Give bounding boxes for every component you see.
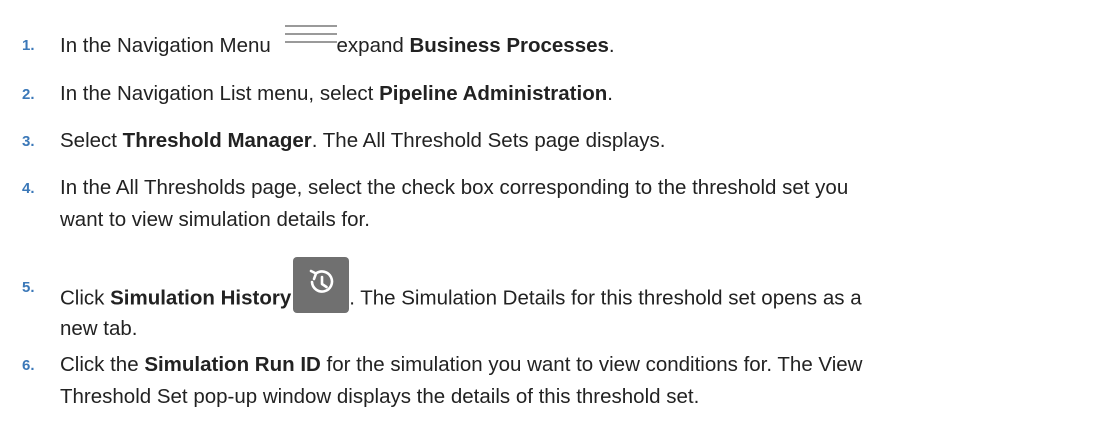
step-text: In the All Thresholds page, select the c… — [60, 172, 1095, 236]
step-text-line: want to view simulation details for. — [60, 208, 370, 231]
step-text: In the Navigation Menu expand Business P… — [60, 24, 1095, 62]
step-number: 2. — [22, 86, 35, 103]
history-icon — [293, 257, 350, 313]
ui-label-simulation-history: Simulation History — [110, 286, 292, 310]
step-text-line: In the All Thresholds page, select the c… — [60, 176, 849, 199]
step-text-part: . — [607, 82, 613, 105]
step-text-part: Click — [60, 286, 111, 310]
hamburger-menu-icon — [284, 24, 337, 45]
ui-label-threshold-manager: Threshold Manager — [122, 129, 312, 152]
step-text: Click the Simulation Run ID for the simu… — [60, 349, 1095, 413]
step-number: 4. — [22, 180, 35, 197]
step-text-part: Click the — [60, 353, 145, 376]
step-number: 5. — [22, 279, 35, 296]
step-text-part: Select — [60, 129, 123, 152]
step-number: 1. — [22, 37, 35, 54]
ui-label-pipeline-administration: Pipeline Administration — [379, 82, 608, 105]
step-text-line: Click the Simulation Run ID for the simu… — [60, 349, 1095, 381]
step-number: 3. — [22, 133, 35, 150]
step-text-part: . The All Threshold Sets page displays. — [311, 129, 666, 152]
step-text: In the Navigation List menu, select Pipe… — [60, 78, 1095, 110]
step-text-part: . — [608, 34, 615, 57]
step-text-part: In the Navigation List menu, select — [60, 82, 380, 105]
step-text-part: expand — [336, 34, 410, 57]
step-text-line: Threshold Set pop-up window displays the… — [60, 385, 700, 408]
step-text-part: In the Navigation Menu — [60, 34, 277, 57]
step-text-part: . The Simulation Details for this thresh… — [349, 286, 862, 310]
step-text: Click Simulation History . The Simulation… — [60, 257, 1095, 345]
step-text-part: for the simulation you want to view cond… — [320, 353, 863, 376]
ui-label-simulation-run-id: Simulation Run ID — [144, 353, 321, 376]
step-number: 6. — [22, 357, 35, 374]
ui-label-business-processes: Business Processes — [409, 34, 609, 57]
step-text: Select Threshold Manager. The All Thresh… — [60, 125, 1095, 157]
